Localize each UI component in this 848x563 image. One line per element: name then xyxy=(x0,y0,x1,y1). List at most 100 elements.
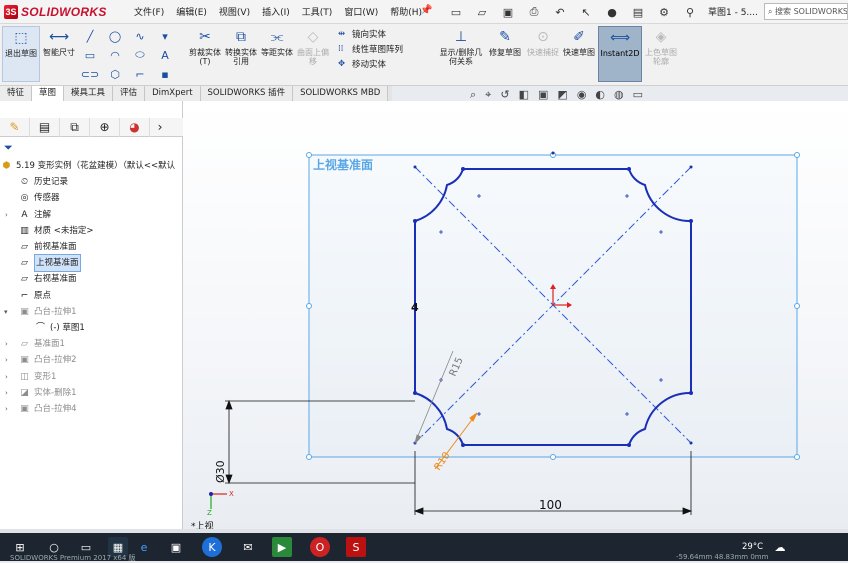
previous-view-icon[interactable]: ↺ xyxy=(500,88,509,102)
new-document-icon[interactable]: ▭ xyxy=(446,3,466,21)
solidworks-logo[interactable]: 3S SOLIDWORKS xyxy=(4,3,107,21)
select-arrow-icon[interactable]: ↖ xyxy=(576,3,596,21)
view-orientation-icon[interactable]: ▣ xyxy=(538,88,548,102)
menu-edit[interactable]: 编辑(E) xyxy=(176,5,207,18)
tab-evaluate[interactable]: 评估 xyxy=(113,86,146,101)
tree-expand-icon[interactable]: › xyxy=(5,369,8,385)
ellipse-icon[interactable]: ⬭ xyxy=(128,46,152,64)
smart-dimension-button[interactable]: ⟷ 智能尺寸 xyxy=(42,26,76,58)
dimension-4-text[interactable]: 4 xyxy=(411,301,419,314)
tree-item[interactable]: ⏲ 历史记录 xyxy=(0,174,183,190)
polygon-icon[interactable]: ⬡ xyxy=(103,65,127,83)
dimension-diameter-text[interactable]: Ø30 xyxy=(214,460,227,483)
section-view-icon[interactable]: ◧ xyxy=(519,88,529,102)
text-icon[interactable]: A xyxy=(153,46,177,64)
tab-mbd[interactable]: SOLIDWORKS MBD xyxy=(293,86,389,101)
tree-item[interactable]: › ▣ 凸台-拉伸4 xyxy=(0,401,183,417)
scene-icon[interactable]: ◍ xyxy=(614,88,624,102)
slot-icon[interactable]: ⊂⊃ xyxy=(78,65,102,83)
surface-offset-button[interactable]: ◇ 曲面上偏移 xyxy=(296,26,330,67)
tab-features[interactable]: 特征 xyxy=(0,86,33,101)
menu-tools[interactable]: 工具(T) xyxy=(302,5,333,18)
iqiyi-icon[interactable]: ▶ xyxy=(272,537,292,557)
tree-root[interactable]: ⬢ 5.19 变形实例（花盆建模）（默认<<默认 xyxy=(0,158,183,174)
tree-expand-icon[interactable]: › xyxy=(5,352,8,368)
circle-icon[interactable]: ◯ xyxy=(103,27,127,45)
tree-item[interactable]: ⌒ (-) 草图1 xyxy=(0,320,183,336)
tree-item[interactable]: ▱ 上视基准面 xyxy=(0,254,183,273)
store-icon[interactable]: ▣ xyxy=(166,537,186,557)
tree-item[interactable]: ▾ ▣ 凸台-拉伸1 xyxy=(0,304,183,320)
tree-expand-icon[interactable]: › xyxy=(5,401,8,417)
repair-sketch-button[interactable]: ✎ 修复草图 xyxy=(488,26,522,58)
move-entities-button[interactable]: ✥ 移动实体 xyxy=(338,58,403,70)
options-gear-icon[interactable]: ⚙ xyxy=(654,3,674,21)
tree-item[interactable]: › ▣ 凸台-拉伸2 xyxy=(0,352,183,368)
menu-insert[interactable]: 插入(I) xyxy=(262,5,290,18)
tab-mold-tools[interactable]: 模具工具 xyxy=(64,86,114,101)
tree-item[interactable]: › ▱ 基准面1 xyxy=(0,336,183,352)
plane-outline[interactable] xyxy=(308,154,798,458)
point-icon[interactable]: ▪ xyxy=(153,65,177,83)
menu-help[interactable]: 帮助(H) xyxy=(390,5,422,18)
tree-expand-icon[interactable]: › xyxy=(5,336,8,352)
convert-entities-button[interactable]: ⧉ 转换实体引用 xyxy=(224,26,258,67)
shaded-contours-button[interactable]: ◈ 上色草图轮廓 xyxy=(644,26,678,67)
hide-show-icon[interactable]: ◉ xyxy=(577,88,587,102)
feature-tree-tab-icon[interactable]: ✎ xyxy=(0,117,30,137)
app-k-icon[interactable]: K xyxy=(202,537,222,557)
configuration-manager-tab-icon[interactable]: ⧉ xyxy=(60,117,90,137)
mail-icon[interactable]: ✉ xyxy=(238,537,258,557)
undo-icon[interactable]: ↶ xyxy=(550,3,570,21)
zoom-area-icon[interactable]: ⌖ xyxy=(485,88,491,102)
tab-sketch[interactable]: 草图 xyxy=(32,86,65,101)
file-properties-icon[interactable]: ▤ xyxy=(628,3,648,21)
save-icon[interactable]: ▣ xyxy=(498,3,518,21)
tree-item[interactable]: ▥ 材质 <未指定> xyxy=(0,223,183,239)
tree-item[interactable]: ▱ 前视基准面 xyxy=(0,239,183,255)
search-input[interactable]: ⌕ 搜索 SOLIDWORKS xyxy=(764,3,848,20)
display-manager-tab-icon[interactable]: ◕ xyxy=(120,117,150,137)
rectangle-icon[interactable]: ▭ xyxy=(78,46,102,64)
spline-icon[interactable]: ∿ xyxy=(128,27,152,45)
tree-expand-icon[interactable]: ▾ xyxy=(4,304,8,320)
weather-temperature[interactable]: 29°C xyxy=(742,542,763,552)
display-style-icon[interactable]: ◩ xyxy=(557,88,567,102)
print-icon[interactable]: ⎙ xyxy=(524,3,544,21)
filter-icon[interactable]: ⏷ xyxy=(4,141,13,155)
line-icon[interactable]: ╱ xyxy=(78,27,102,45)
menu-window[interactable]: 窗口(W) xyxy=(344,5,378,18)
menu-view[interactable]: 视图(V) xyxy=(219,5,250,18)
open-folder-icon[interactable]: ▱ xyxy=(472,3,492,21)
opera-icon[interactable]: O xyxy=(310,537,330,557)
solidworks-taskbar-icon[interactable]: S xyxy=(346,537,366,557)
tree-item[interactable]: › ◪ 实体-删除1 xyxy=(0,385,183,401)
view-settings-icon[interactable]: ▭ xyxy=(633,88,643,102)
pin-icon[interactable]: 📌 xyxy=(420,5,432,16)
tree-item[interactable]: ◎ 传感器 xyxy=(0,190,183,206)
offset-entities-button[interactable]: ⫘ 等距实体 xyxy=(260,26,294,58)
menu-file[interactable]: 文件(F) xyxy=(134,5,164,18)
dimension-100-text[interactable]: 100 xyxy=(539,498,562,512)
tree-expand-icon[interactable]: › xyxy=(5,385,8,401)
tab-addins[interactable]: SOLIDWORKS 插件 xyxy=(200,86,294,101)
arc-icon[interactable]: ◠ xyxy=(103,46,127,64)
tree-expand-icon[interactable]: › xyxy=(5,207,8,223)
spline-dropdown-icon[interactable]: ▾ xyxy=(153,27,177,45)
fillet-icon[interactable]: ⌐ xyxy=(128,65,152,83)
quick-snaps-button[interactable]: ⊙ 快速捕捉 xyxy=(526,26,560,58)
dimxpert-manager-tab-icon[interactable]: ⊕ xyxy=(90,117,120,137)
panel-expand-icon[interactable]: › xyxy=(150,118,170,137)
trim-entities-button[interactable]: ✂ 剪裁实体(T) xyxy=(188,26,222,67)
pin-toolbar-icon[interactable]: ⚲ xyxy=(680,3,700,21)
linear-pattern-button[interactable]: ⁞⁞ 线性草图阵列 xyxy=(338,43,403,55)
traffic-light-icon[interactable]: ● xyxy=(602,3,622,21)
tree-item[interactable]: ▱ 右视基准面 xyxy=(0,271,183,287)
instant2d-button[interactable]: ⟺ Instant2D xyxy=(598,26,642,82)
appearance-icon[interactable]: ◐ xyxy=(595,88,605,102)
exit-sketch-button[interactable]: ⬚ 退出草图 xyxy=(2,26,40,82)
tab-dimxpert[interactable]: DimXpert xyxy=(145,86,201,101)
zoom-fit-icon[interactable]: ⌕ xyxy=(470,88,476,102)
graphics-area[interactable]: 上视基准面 100 Ø30 4 R15 R10 X Z *上视 xyxy=(183,101,848,532)
tree-item[interactable]: › ◫ 变形1 xyxy=(0,368,183,384)
